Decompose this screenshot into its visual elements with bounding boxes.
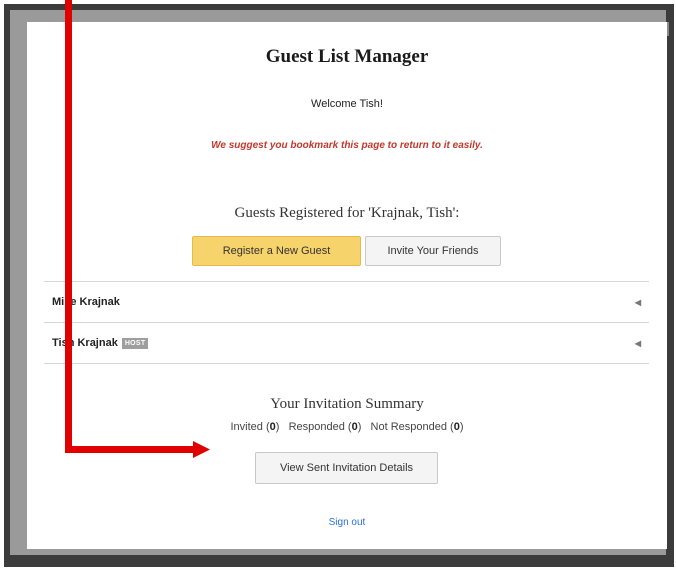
- close-paren: ): [459, 421, 464, 433]
- register-guest-button[interactable]: Register a New Guest: [192, 236, 361, 266]
- caret-left-icon[interactable]: ◀: [635, 339, 641, 348]
- guest-list-panel: Guest List Manager Welcome Tish! We sugg…: [27, 22, 667, 549]
- guest-name: Tish Krajnak: [52, 337, 118, 349]
- guest-name-wrap: Mike Krajnak: [52, 296, 120, 308]
- page-title: Guest List Manager: [265, 46, 429, 67]
- guest-row-tish-krajnak[interactable]: Tish Krajnak HOST ◀: [44, 323, 649, 363]
- scrollbar-thumb[interactable]: [667, 22, 669, 36]
- not-responded-label: ) Not Responded (: [357, 421, 454, 433]
- summary-heading: Your Invitation Summary: [270, 396, 424, 412]
- view-invitation-details-button[interactable]: View Sent Invitation Details: [255, 452, 438, 484]
- host-badge: HOST: [121, 337, 149, 349]
- guest-name-wrap: Tish Krajnak HOST: [52, 337, 149, 349]
- caret-left-icon[interactable]: ◀: [635, 298, 641, 307]
- invitation-counts: Invited (0) Responded (0) Not Responded …: [27, 421, 667, 433]
- welcome-message: Welcome Tish!: [311, 98, 383, 110]
- guest-name: Mike Krajnak: [52, 296, 120, 308]
- guest-row-mike-krajnak[interactable]: Mike Krajnak ◀: [44, 282, 649, 322]
- invited-label: Invited (: [230, 421, 270, 433]
- invite-friends-button[interactable]: Invite Your Friends: [365, 236, 501, 266]
- guest-list: Mike Krajnak ◀ Tish Krajnak HOST ◀: [44, 281, 649, 364]
- sign-out-link[interactable]: Sign out: [27, 517, 667, 528]
- guests-heading: Guests Registered for 'Krajnak, Tish':: [234, 205, 460, 221]
- responded-label: ) Responded (: [275, 421, 352, 433]
- divider: [44, 363, 649, 364]
- bookmark-notice: We suggest you bookmark this page to ret…: [211, 140, 483, 151]
